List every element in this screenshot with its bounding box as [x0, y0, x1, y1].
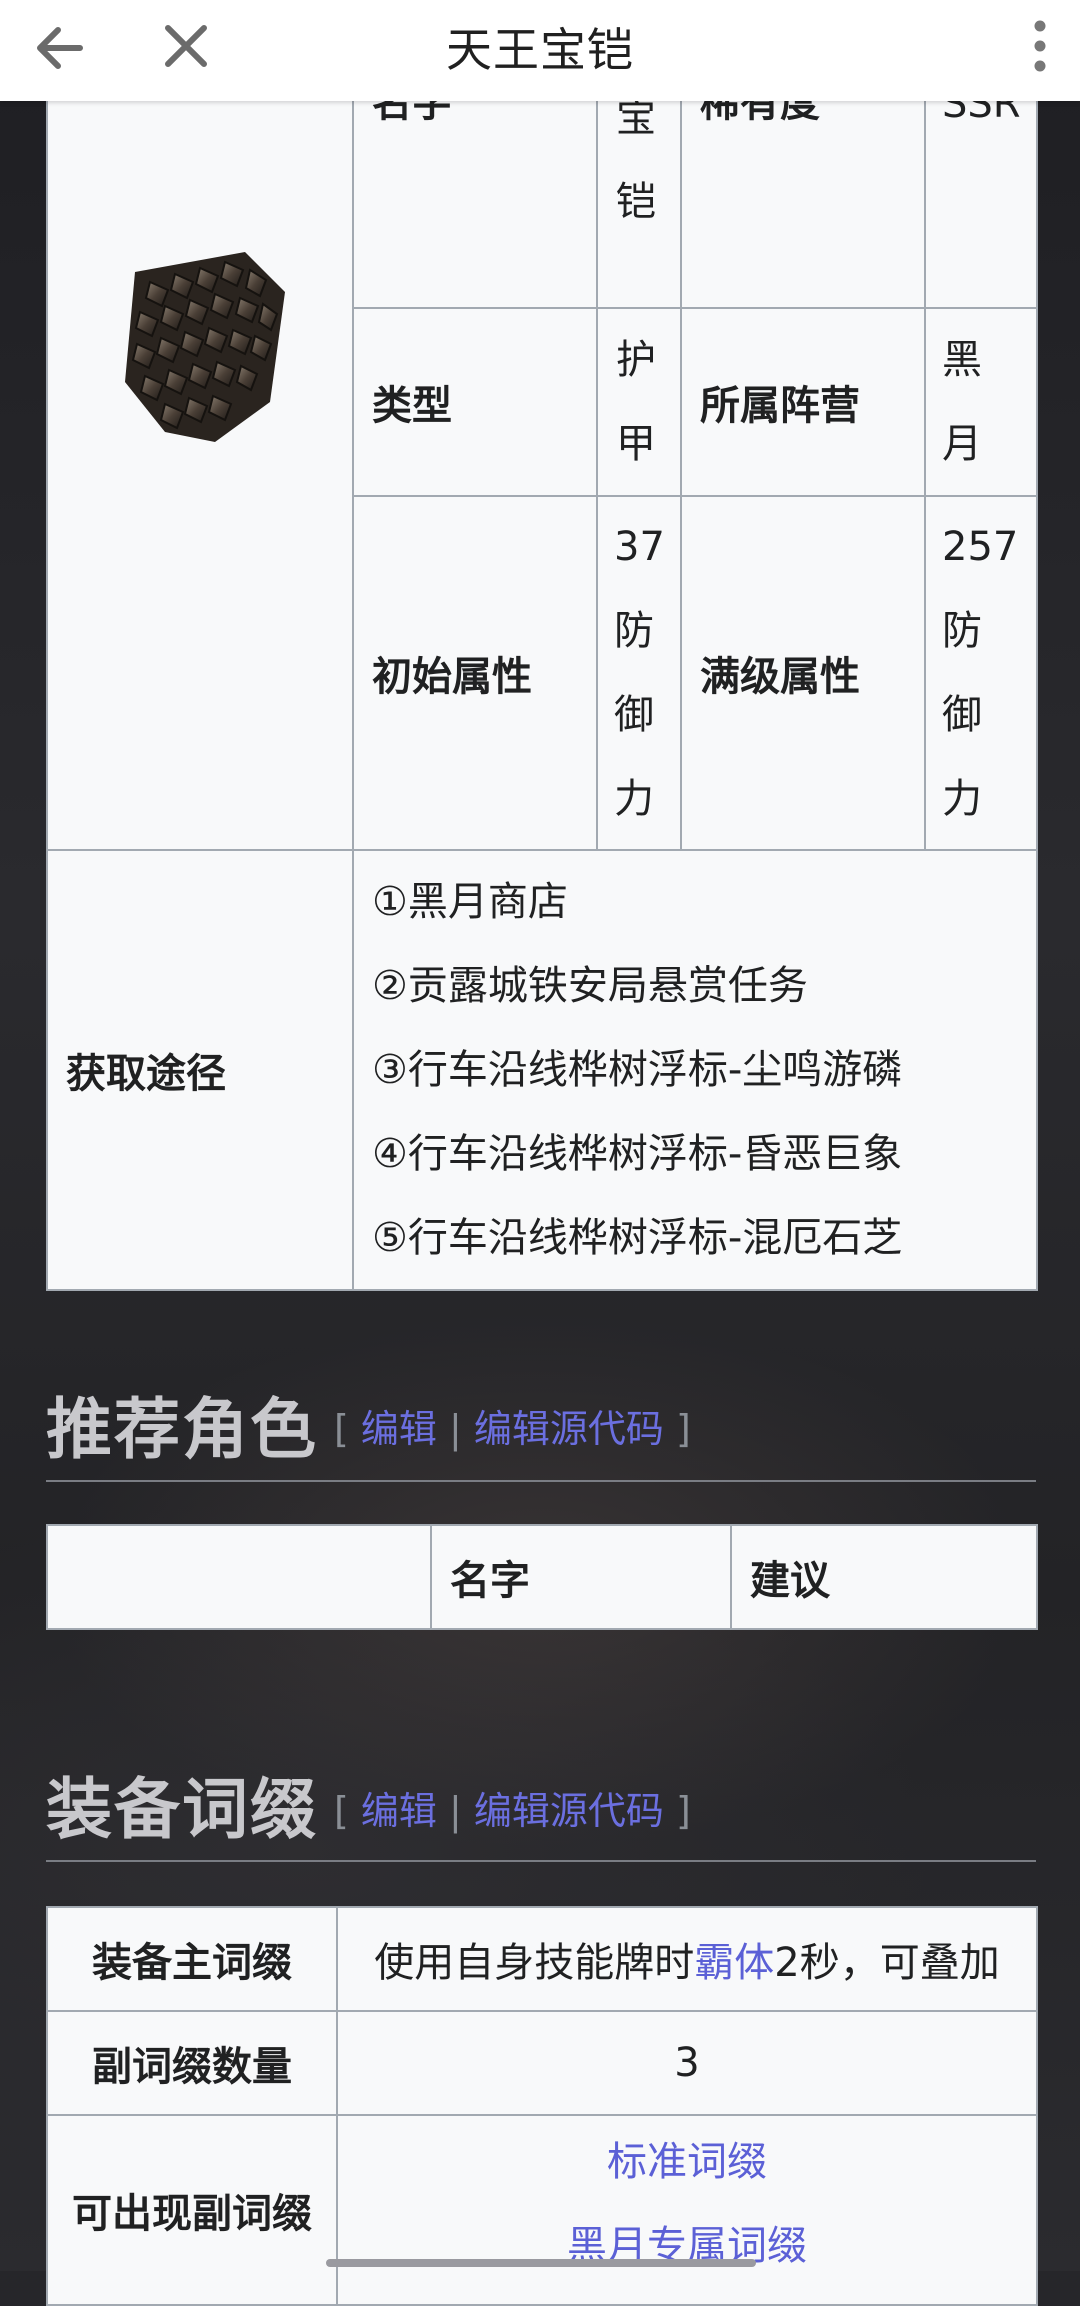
acquire-list-cell: ①黑月商店 ②贡露城铁安局悬赏任务 ③行车沿线桦树浮标-尘鸣游磷 ④行车沿线桦树…: [352, 849, 1038, 1291]
edit-source-link[interactable]: 编辑源代码: [474, 1407, 664, 1451]
max-attr-line: 防: [942, 608, 982, 654]
recommend-edit-links: [ 编辑 | 编辑源代码 ]: [334, 1407, 691, 1451]
max-attr-value-cell: 257 防 御 力: [924, 495, 1038, 851]
type-value-cell: 护 甲: [596, 307, 682, 497]
possible-affix-label: 可出现副词缀: [46, 2114, 338, 2306]
main-affix-value: 使用自身技能牌时霸体2秒，可叠加: [336, 1906, 1038, 2012]
recommend-heading: 推荐角色: [46, 1391, 318, 1468]
possible-affix-link[interactable]: 标准词缀: [338, 2120, 1036, 2204]
base-attr-label: 初始属性: [372, 654, 532, 700]
edit-link[interactable]: 编辑: [361, 1789, 437, 1833]
faction-value-cell: 黑 月: [924, 307, 1038, 497]
acquire-item: ④行车沿线桦树浮标-昏恶巨象: [372, 1131, 903, 1177]
type-char: 护: [616, 337, 656, 383]
base-attr-line: 力: [614, 776, 654, 822]
recommend-col-name: 名字: [430, 1524, 732, 1630]
faction-label-cell: 所属阵营: [680, 307, 926, 497]
main-affix-prefix: 使用自身技能牌时: [374, 1940, 695, 1986]
affix-heading: 装备词缀: [46, 1771, 318, 1848]
base-attr-line: 御: [614, 692, 654, 738]
main-affix-link[interactable]: 霸体: [694, 1940, 774, 1986]
equipment-image-cell: [46, 60, 354, 851]
page-title: 天王宝铠: [446, 23, 634, 77]
recommend-table: 名字 建议: [46, 1524, 1038, 1630]
faction-char: 黑: [942, 337, 982, 383]
faction-char: 月: [942, 421, 982, 467]
type-label: 类型: [372, 383, 452, 429]
sub-count-value: 3: [336, 2010, 1038, 2116]
more-menu-button[interactable]: [1020, 14, 1060, 78]
base-attr-line: 防: [614, 608, 654, 654]
more-vertical-icon: [1034, 20, 1046, 72]
acquire-item: ①黑月商店: [372, 879, 568, 925]
type-label-cell: 类型: [352, 307, 598, 497]
recommend-col-advice: 建议: [730, 1524, 1038, 1630]
acquire-label: 获取途径: [66, 1051, 226, 1097]
scale-armor-icon: [125, 252, 285, 442]
name-char: 铠: [616, 179, 656, 225]
acquire-item: ②贡露城铁安局悬赏任务: [372, 963, 808, 1009]
max-attr-label-cell: 满级属性: [680, 495, 926, 851]
recommend-empty-cell: [46, 1524, 432, 1630]
base-attr-line: 37: [614, 524, 665, 570]
faction-label: 所属阵营: [700, 383, 860, 429]
affix-table: 装备主词缀 使用自身技能牌时霸体2秒，可叠加 副词缀数量 3 可出现副词缀 标准…: [46, 1906, 1038, 2306]
sub-count-label: 副词缀数量: [46, 2010, 338, 2116]
possible-affix-list: 标准词缀 黑月专属词缀: [336, 2114, 1038, 2306]
acquire-label-cell: 获取途径: [46, 849, 354, 1291]
edit-source-link[interactable]: 编辑源代码: [474, 1789, 664, 1833]
top-bar: 天王宝铠: [0, 0, 1080, 101]
main-affix-suffix: 2秒，可叠加: [774, 1940, 1000, 1986]
affix-edit-links: [ 编辑 | 编辑源代码 ]: [334, 1789, 691, 1833]
base-attr-value-cell: 37 防 御 力: [596, 495, 682, 851]
possible-affix-link[interactable]: 黑月专属词缀: [338, 2204, 1036, 2288]
max-attr-line: 御: [942, 692, 982, 738]
main-affix-label: 装备主词缀: [46, 1906, 338, 2012]
section-divider: [46, 1480, 1036, 1482]
max-attr-label: 满级属性: [700, 654, 860, 700]
acquire-item: ⑤行车沿线桦树浮标-混厄石芝: [372, 1215, 903, 1261]
type-char: 甲: [616, 421, 656, 467]
equipment-info-table: 名字 王 宝 铠 稀有度 SSR 类型 护 甲 所属阵营 黑 月: [46, 11, 1038, 1291]
scrollbar[interactable]: [326, 2259, 756, 2267]
section-divider: [46, 1860, 1036, 1862]
max-attr-line: 力: [942, 776, 982, 822]
base-attr-label-cell: 初始属性: [352, 495, 598, 851]
acquire-item: ③行车沿线桦树浮标-尘鸣游磷: [372, 1047, 903, 1093]
edit-link[interactable]: 编辑: [361, 1407, 437, 1451]
max-attr-line: 257: [942, 524, 1019, 570]
